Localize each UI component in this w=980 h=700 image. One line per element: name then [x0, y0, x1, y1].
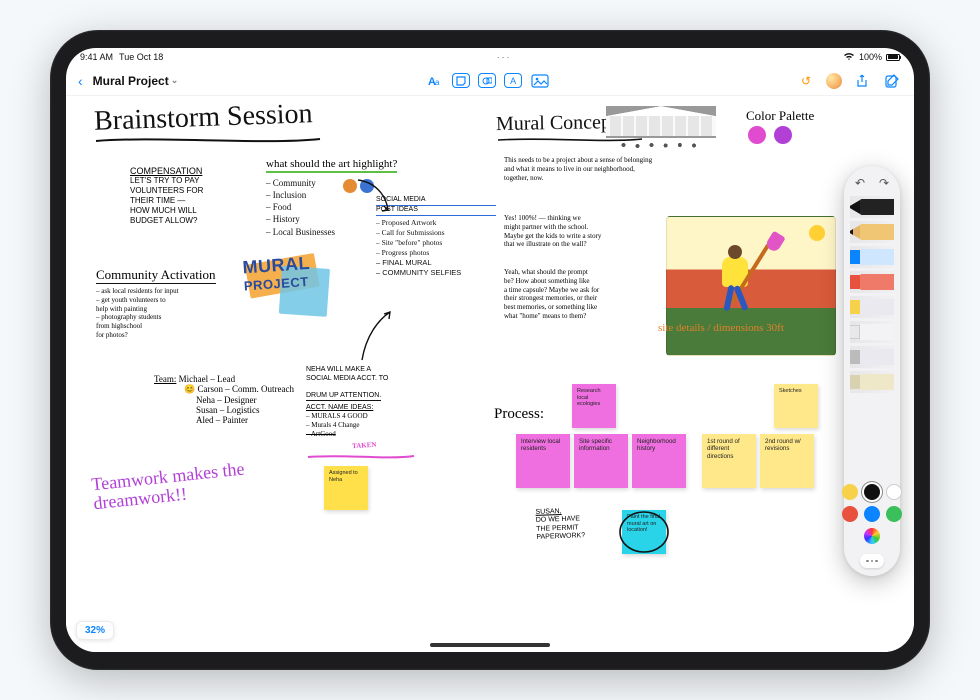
home-indicator[interactable] [430, 643, 550, 647]
status-bar: 9:41 AM Tue Oct 18 · · · 100% [66, 48, 914, 66]
comp-l4: BUDGET ALLOW? [130, 216, 203, 226]
process-label[interactable]: Process: [494, 406, 544, 423]
screen: 9:41 AM Tue Oct 18 · · · 100% ‹ Mural Pr… [66, 48, 914, 652]
color-swatch[interactable] [886, 506, 902, 522]
museum-sketch[interactable] [606, 106, 716, 146]
site-note[interactable]: site details / dimensions 30ft [658, 322, 784, 334]
text-box-icon[interactable]: A [504, 73, 522, 88]
drawing-palette[interactable]: ↶ ↷ [844, 166, 900, 576]
color-swatch[interactable] [842, 484, 858, 500]
zoom-indicator[interactable]: 32% [76, 621, 114, 640]
susan-question[interactable]: SUSAN, DO WE HAVE THE PERMIT PAPERWORK? [535, 507, 585, 542]
board-title-text: Mural Project [93, 74, 169, 88]
tool-brush[interactable] [850, 296, 894, 318]
board-title[interactable]: Mural Project ⌄ [93, 74, 179, 88]
underline-1 [94, 136, 324, 146]
ipad-frame: 9:41 AM Tue Oct 18 · · · 100% ‹ Mural Pr… [50, 30, 930, 670]
palette-label[interactable]: Color Palette [746, 108, 814, 124]
sticky-note[interactable]: Interview local residents [516, 434, 570, 488]
palette-undo-icon[interactable]: ↶ [855, 176, 865, 190]
palette-redo-icon[interactable]: ↷ [879, 176, 889, 190]
back-button[interactable]: ‹ [78, 73, 83, 89]
needs-paragraph[interactable]: This needs to be a project about a sense… [504, 156, 654, 182]
status-time: 9:41 AM [80, 52, 113, 62]
tool-lasso[interactable] [850, 346, 894, 368]
comp-l3: HOW MUCH WILL [130, 206, 203, 216]
palette-more-button[interactable] [860, 554, 884, 568]
mural-illustration[interactable] [666, 216, 836, 356]
tool-ruler[interactable] [850, 371, 894, 393]
color-swatch[interactable] [886, 484, 902, 500]
swatch-icon[interactable] [748, 126, 766, 144]
tool-pen[interactable] [850, 196, 894, 218]
sticky-final[interactable]: Paint the final mural art on location! [622, 510, 666, 554]
activation-block[interactable]: Community Activation – ask local residen… [96, 266, 236, 340]
sticky-note-icon[interactable] [452, 73, 470, 88]
media-icon[interactable] [530, 72, 550, 90]
svg-text:a: a [435, 78, 440, 87]
freeform-canvas[interactable]: Brainstorm Session Mural Concepts COMPEN… [66, 96, 914, 652]
sticky-note[interactable]: Research local ecologies [572, 384, 616, 428]
circle-annotation [618, 506, 670, 558]
heading-brainstorm[interactable]: Brainstorm Session [94, 98, 314, 138]
highlight-list: Community Inclusion Food History Local B… [266, 177, 335, 238]
color-wheel-icon[interactable] [864, 528, 880, 544]
sticky-note[interactable]: Site specific information [574, 434, 628, 488]
sticky-note[interactable]: Sketches [774, 384, 818, 428]
color-picker[interactable] [842, 478, 902, 550]
color-swatch[interactable] [864, 484, 880, 500]
arrow-icon [356, 306, 396, 366]
collaborator-avatar[interactable] [826, 73, 842, 89]
undo-button[interactable]: ↺ [796, 72, 816, 90]
arrow-icon [354, 176, 394, 216]
battery-icon [886, 54, 900, 61]
palette-swatches[interactable] [746, 126, 794, 149]
tool-pencil[interactable] [850, 221, 894, 243]
sticky-note[interactable]: 1st round of different directions [702, 434, 756, 488]
sticky-assigned[interactable]: Assigned to Neha [324, 466, 368, 510]
tool-crayon[interactable] [850, 271, 894, 293]
battery-percent: 100% [859, 52, 882, 62]
wifi-icon [843, 52, 855, 63]
mural-project-logo[interactable]: MURALPROJECT [242, 253, 346, 320]
tool-eraser[interactable] [850, 321, 894, 343]
highlight-q: what should the art highlight? [266, 158, 397, 173]
new-note-button[interactable] [882, 72, 902, 90]
yeah-note[interactable]: Yeah, what should the prompt be? How abo… [504, 268, 664, 321]
chevron-down-icon: ⌄ [171, 75, 179, 86]
sticky-note[interactable]: 2nd round w/ revisions [760, 434, 814, 488]
social-block[interactable]: SOCIAL MEDIA POST IDEAS Proposed Artwork… [376, 196, 496, 278]
tool-marker[interactable] [850, 246, 894, 268]
color-swatch[interactable] [842, 506, 858, 522]
color-swatch[interactable] [864, 506, 880, 522]
share-button[interactable] [852, 72, 872, 90]
yes-note[interactable]: Yes! 100%! — thinking we might partner w… [504, 214, 664, 249]
swatch-icon[interactable] [774, 126, 792, 144]
status-date: Tue Oct 18 [119, 52, 163, 62]
multitask-dots[interactable]: · · · [163, 53, 843, 62]
sticky-note[interactable]: Neighborhood history [632, 434, 686, 488]
comp-l1: VOLUNTEERS FOR [130, 186, 203, 196]
team-block[interactable]: Team: Michael – Lead 😊 Carson – Comm. Ou… [154, 374, 294, 425]
comp-l2: THEIR TIME — [130, 196, 203, 206]
teamwork-note[interactable]: Teamwork makes the dreamwork!! [91, 457, 274, 513]
comp-l0: LET'S TRY TO PAY [130, 176, 203, 186]
app-toolbar: ‹ Mural Project ⌄ Aa A ↺ [66, 66, 914, 96]
neha-block[interactable]: NEHA WILL MAKE A SOCIAL MEDIA ACCT. TO D… [306, 366, 446, 465]
compensation-heading: COMPENSATION [130, 166, 203, 176]
text-style-icon[interactable]: Aa [424, 72, 444, 90]
shapes-icon[interactable] [478, 73, 496, 88]
compensation-block[interactable]: COMPENSATION LET'S TRY TO PAY VOLUNTEERS… [130, 166, 203, 226]
